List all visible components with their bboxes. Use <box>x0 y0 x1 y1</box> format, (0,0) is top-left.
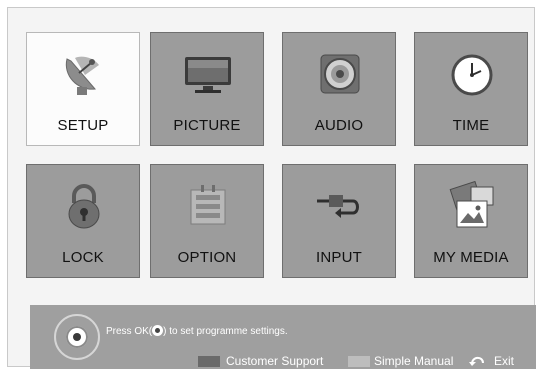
exit-label[interactable]: Exit <box>494 354 514 368</box>
menu-tile-setup[interactable]: SETUP <box>26 32 140 146</box>
ok-inline-icon <box>152 325 164 336</box>
customer-support-swatch <box>198 356 220 367</box>
satellite-dish-icon <box>65 56 99 95</box>
speaker-icon <box>320 54 360 94</box>
ok-button-icon <box>66 326 88 348</box>
option-box-icon <box>190 185 226 225</box>
hint-suffix: ) to set programme settings. <box>163 326 288 337</box>
menu-tile-label: INPUT <box>316 249 362 266</box>
ok-hint-text: Press OK( ) to set programme settings. <box>106 325 288 337</box>
menu-tile-label: TIME <box>452 117 490 134</box>
menu-tile-time[interactable]: TIME <box>414 32 528 146</box>
padlock-icon <box>68 184 100 229</box>
back-arrow-icon <box>469 356 484 366</box>
navigation-ring-icon <box>54 314 100 360</box>
photo-media-icon <box>449 181 494 228</box>
menu-tile-label: AUDIO <box>314 117 364 134</box>
tv-monitor-icon <box>185 57 231 93</box>
clock-icon <box>451 54 493 96</box>
input-plug-icon <box>317 195 359 218</box>
menu-tile-label: PICTURE <box>173 117 241 134</box>
menu-tile-picture[interactable]: PICTURE <box>150 32 264 146</box>
simple-manual-label[interactable]: Simple Manual <box>374 354 453 368</box>
menu-tile-label: OPTION <box>177 249 237 266</box>
menu-tile-audio[interactable]: AUDIO <box>282 32 396 146</box>
main-menu-frame: SETUP PICTURE AUDIO TIME LOCK OPTION INP… <box>7 7 536 369</box>
menu-tile-label: MY MEDIA <box>433 249 509 266</box>
help-bar: Press OK( ) to set programme settings. Cu… <box>30 305 536 369</box>
menu-tile-my-media[interactable]: MY MEDIA <box>414 164 528 278</box>
customer-support-label[interactable]: Customer Support <box>226 354 323 368</box>
menu-tile-lock[interactable]: LOCK <box>26 164 140 278</box>
menu-tile-label: SETUP <box>57 117 109 134</box>
simple-manual-swatch <box>348 356 370 367</box>
menu-tile-option[interactable]: OPTION <box>150 164 264 278</box>
menu-tile-input[interactable]: INPUT <box>282 164 396 278</box>
hint-prefix: Press OK( <box>106 326 153 337</box>
menu-tile-label: LOCK <box>62 249 104 266</box>
